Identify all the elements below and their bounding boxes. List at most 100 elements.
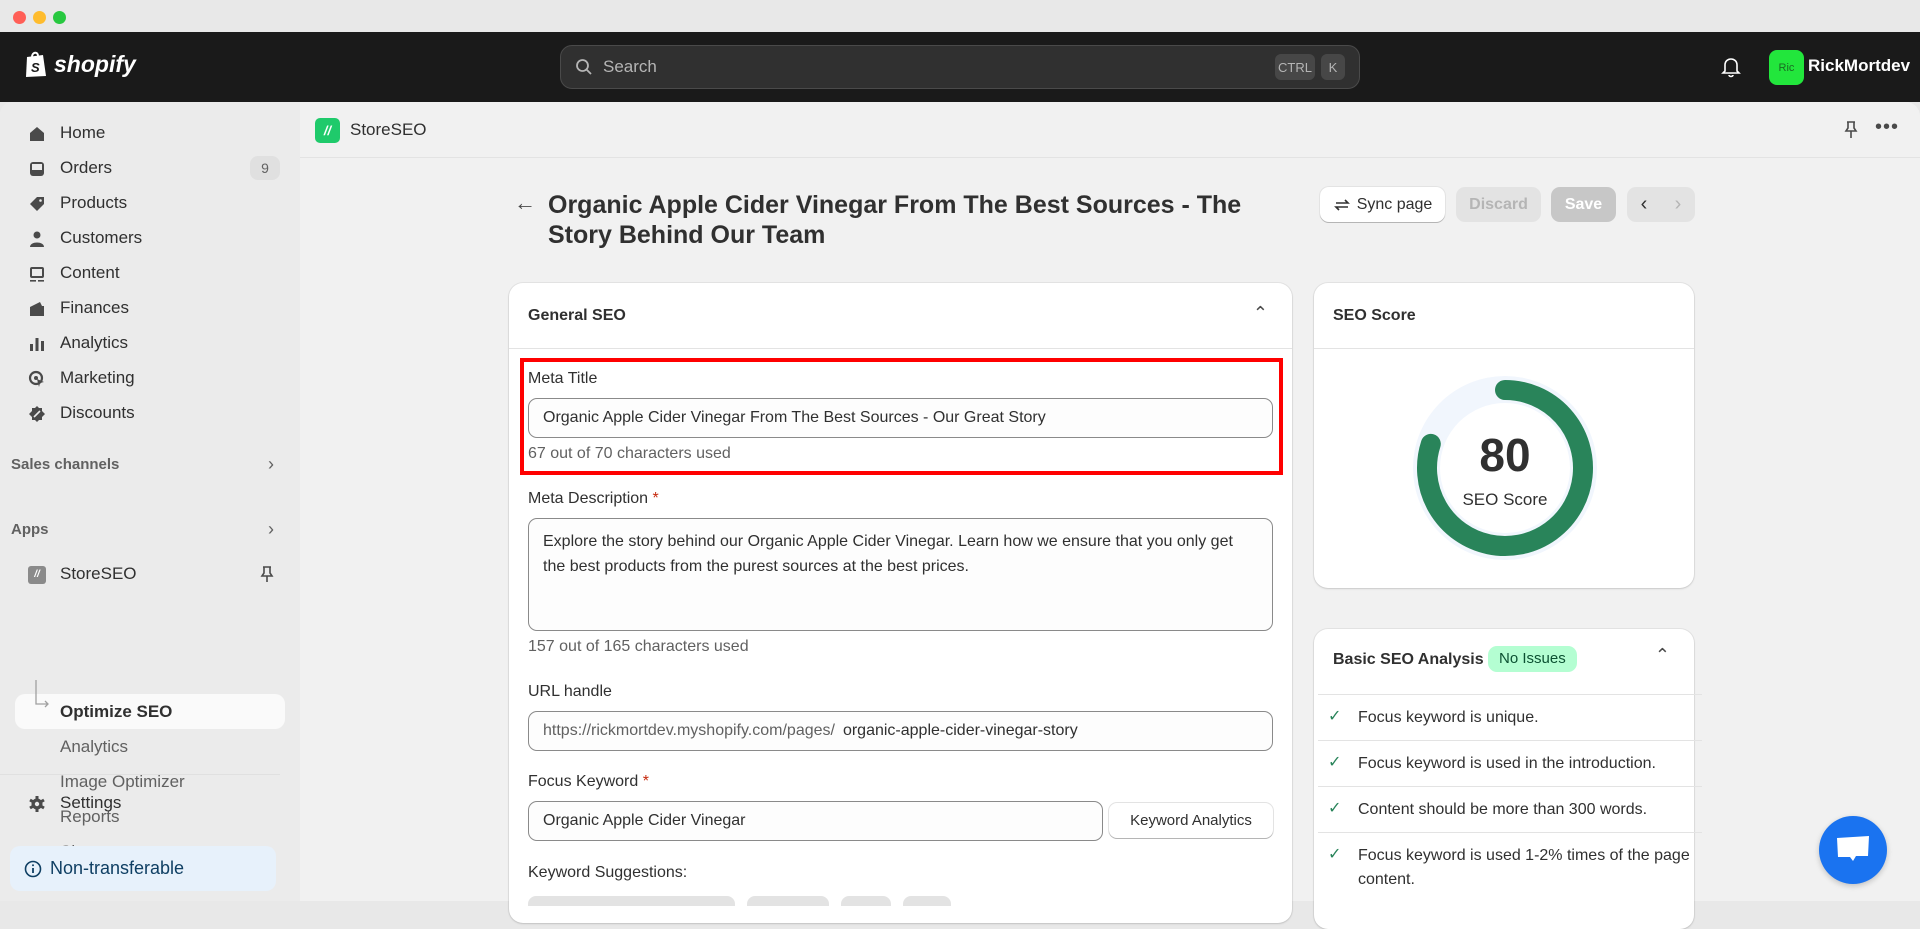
sales-channels-section[interactable]: Sales channels — [11, 456, 119, 473]
non-transferable-label: Non-transferable — [50, 858, 185, 878]
url-handle-input[interactable]: https://rickmortdev.myshopify.com/pages/… — [528, 711, 1273, 751]
sidebar-item-discounts[interactable]: Discounts — [0, 396, 300, 430]
checkmark-icon: ✓ — [1328, 800, 1342, 817]
meta-title-input[interactable]: Organic Apple Cider Vinegar From The Bes… — [528, 398, 1273, 438]
top-bar: S shopify Search CTRL K Ric RickMortdev — [0, 32, 1920, 102]
app-header: // StoreSEO ••• — [300, 102, 1920, 158]
sidebar-item-storeseo[interactable]: // StoreSEO — [0, 557, 300, 591]
non-transferable-badge[interactable]: Non-transferable — [10, 846, 276, 891]
sync-page-button[interactable]: Sync page — [1320, 187, 1445, 222]
sidebar-item-content[interactable]: Content — [0, 256, 300, 290]
keyword-suggestion-chip[interactable] — [841, 896, 891, 906]
collapse-chevron-icon[interactable]: ⌃ — [1253, 303, 1268, 324]
seo-score-card: SEO Score 80 SEO Score — [1314, 283, 1694, 588]
sidebar-subitem-label[interactable]: Optimize SEO — [60, 702, 172, 722]
svg-text:S: S — [31, 60, 40, 75]
search-icon — [576, 59, 592, 75]
general-seo-title: General SEO — [528, 307, 626, 324]
meta-title-value: Organic Apple Cider Vinegar From The Bes… — [543, 409, 1046, 426]
meta-title-char-count: 67 out of 70 characters used — [528, 445, 731, 462]
sidebar-item-label: StoreSEO — [60, 564, 137, 583]
minimize-window-button[interactable] — [33, 11, 46, 24]
chevron-right-icon[interactable]: › — [268, 454, 274, 475]
chat-icon — [1837, 836, 1869, 861]
sidebar-item-label: Marketing — [60, 368, 135, 387]
sync-page-label: Sync page — [1356, 195, 1433, 213]
save-button[interactable]: Save — [1551, 187, 1616, 222]
target-icon — [28, 370, 44, 387]
keyword-suggestion-chip[interactable] — [747, 896, 829, 906]
url-handle-label: URL handle — [528, 683, 612, 700]
general-seo-header[interactable]: General SEO ⌃ — [509, 283, 1292, 349]
meta-description-label: Meta Description * — [528, 490, 659, 507]
user-name[interactable]: RickMortdev — [1808, 56, 1910, 76]
sidebar-item-finances[interactable]: Finances — [0, 291, 300, 325]
more-options-icon[interactable]: ••• — [1875, 116, 1899, 139]
keyword-suggestion-chip[interactable] — [903, 896, 951, 906]
analysis-check-item: ✓ Focus keyword is used 1-2% times of th… — [1318, 832, 1702, 902]
check-text: Focus keyword is used in the introductio… — [1358, 755, 1656, 772]
inbox-icon — [30, 162, 44, 176]
discard-button[interactable]: Discard — [1456, 187, 1541, 222]
seo-score-header: SEO Score — [1314, 283, 1694, 349]
brand-name: shopify — [54, 50, 136, 77]
back-arrow-icon[interactable]: ← — [514, 190, 536, 216]
image-icon — [30, 267, 44, 282]
maximize-window-button[interactable] — [53, 11, 66, 24]
sidebar: Home Orders 9 Products Customers Content… — [0, 102, 300, 901]
discount-icon — [29, 406, 45, 422]
search-placeholder: Search — [603, 57, 657, 76]
collapse-chevron-icon[interactable]: ⌃ — [1655, 645, 1670, 666]
meta-description-char-count: 157 out of 165 characters used — [528, 638, 749, 655]
focus-keyword-input[interactable]: Organic Apple Cider Vinegar — [528, 801, 1103, 841]
sidebar-item-products[interactable]: Products — [0, 186, 300, 220]
gear-icon — [29, 796, 45, 812]
close-window-button[interactable] — [13, 11, 26, 24]
basic-seo-analysis-title: Basic SEO Analysis — [1333, 651, 1484, 668]
url-handle-value: organic-apple-cider-vinegar-story — [842, 722, 1078, 739]
tag-icon — [30, 197, 44, 211]
previous-page-button[interactable]: ‹ — [1627, 193, 1661, 216]
sidebar-item-label: Analytics — [60, 333, 129, 352]
seo-score-caption: SEO Score — [1462, 490, 1548, 509]
orders-count-badge: 9 — [250, 156, 280, 180]
basic-seo-analysis-header[interactable]: Basic SEO Analysis No Issues ⌃ — [1314, 629, 1694, 695]
window-titlebar — [0, 0, 1920, 32]
apps-section[interactable]: Apps — [11, 521, 49, 538]
sidebar-item-customers[interactable]: Customers — [0, 221, 300, 255]
sidebar-item-analytics[interactable]: Analytics — [0, 326, 300, 360]
analysis-check-item: ✓ Focus keyword is used in the introduct… — [1318, 740, 1702, 786]
pin-icon[interactable] — [1843, 120, 1859, 140]
user-avatar[interactable]: Ric — [1769, 50, 1804, 85]
shopify-logo[interactable]: S shopify — [24, 50, 136, 78]
url-prefix: https://rickmortdev.myshopify.com/pages/ — [543, 722, 835, 739]
meta-description-value: Explore the story behind our Organic App… — [543, 533, 1233, 575]
page-title: Organic Apple Cider Vinegar From The Bes… — [548, 191, 1242, 249]
sidebar-item-marketing[interactable]: Marketing — [0, 361, 300, 395]
keyword-suggestions-label: Keyword Suggestions: — [528, 864, 688, 881]
sidebar-item-settings[interactable]: Settings — [0, 786, 300, 820]
notifications-bell-icon[interactable] — [1720, 56, 1742, 78]
shortcut-key-ctrl: CTRL — [1275, 54, 1315, 80]
sidebar-item-label: Settings — [60, 793, 122, 812]
sidebar-subitem-analytics[interactable]: Analytics — [60, 737, 128, 757]
divider — [0, 774, 280, 775]
chat-support-button[interactable] — [1819, 816, 1887, 884]
check-text: Focus keyword is unique. — [1358, 709, 1539, 726]
keyword-analytics-button[interactable]: Keyword Analytics — [1109, 803, 1273, 838]
pin-icon[interactable] — [259, 565, 275, 583]
keyword-suggestion-chip[interactable] — [528, 896, 735, 906]
sidebar-item-label: Content — [60, 263, 120, 282]
focus-keyword-value: Organic Apple Cider Vinegar — [543, 812, 746, 829]
checkmark-icon: ✓ — [1328, 754, 1342, 771]
pagination: ‹ › — [1627, 187, 1695, 222]
search-input[interactable]: Search CTRL K — [560, 45, 1360, 89]
next-page-button[interactable]: › — [1661, 193, 1695, 216]
chevron-right-icon[interactable]: › — [268, 519, 274, 540]
wallet-icon — [30, 302, 44, 316]
meta-title-label: Meta Title — [528, 370, 598, 387]
meta-description-textarea[interactable]: Explore the story behind our Organic App… — [528, 518, 1273, 631]
sidebar-item-orders[interactable]: Orders 9 — [0, 151, 300, 185]
checkmark-icon: ✓ — [1328, 708, 1342, 725]
sidebar-item-home[interactable]: Home — [0, 116, 300, 150]
